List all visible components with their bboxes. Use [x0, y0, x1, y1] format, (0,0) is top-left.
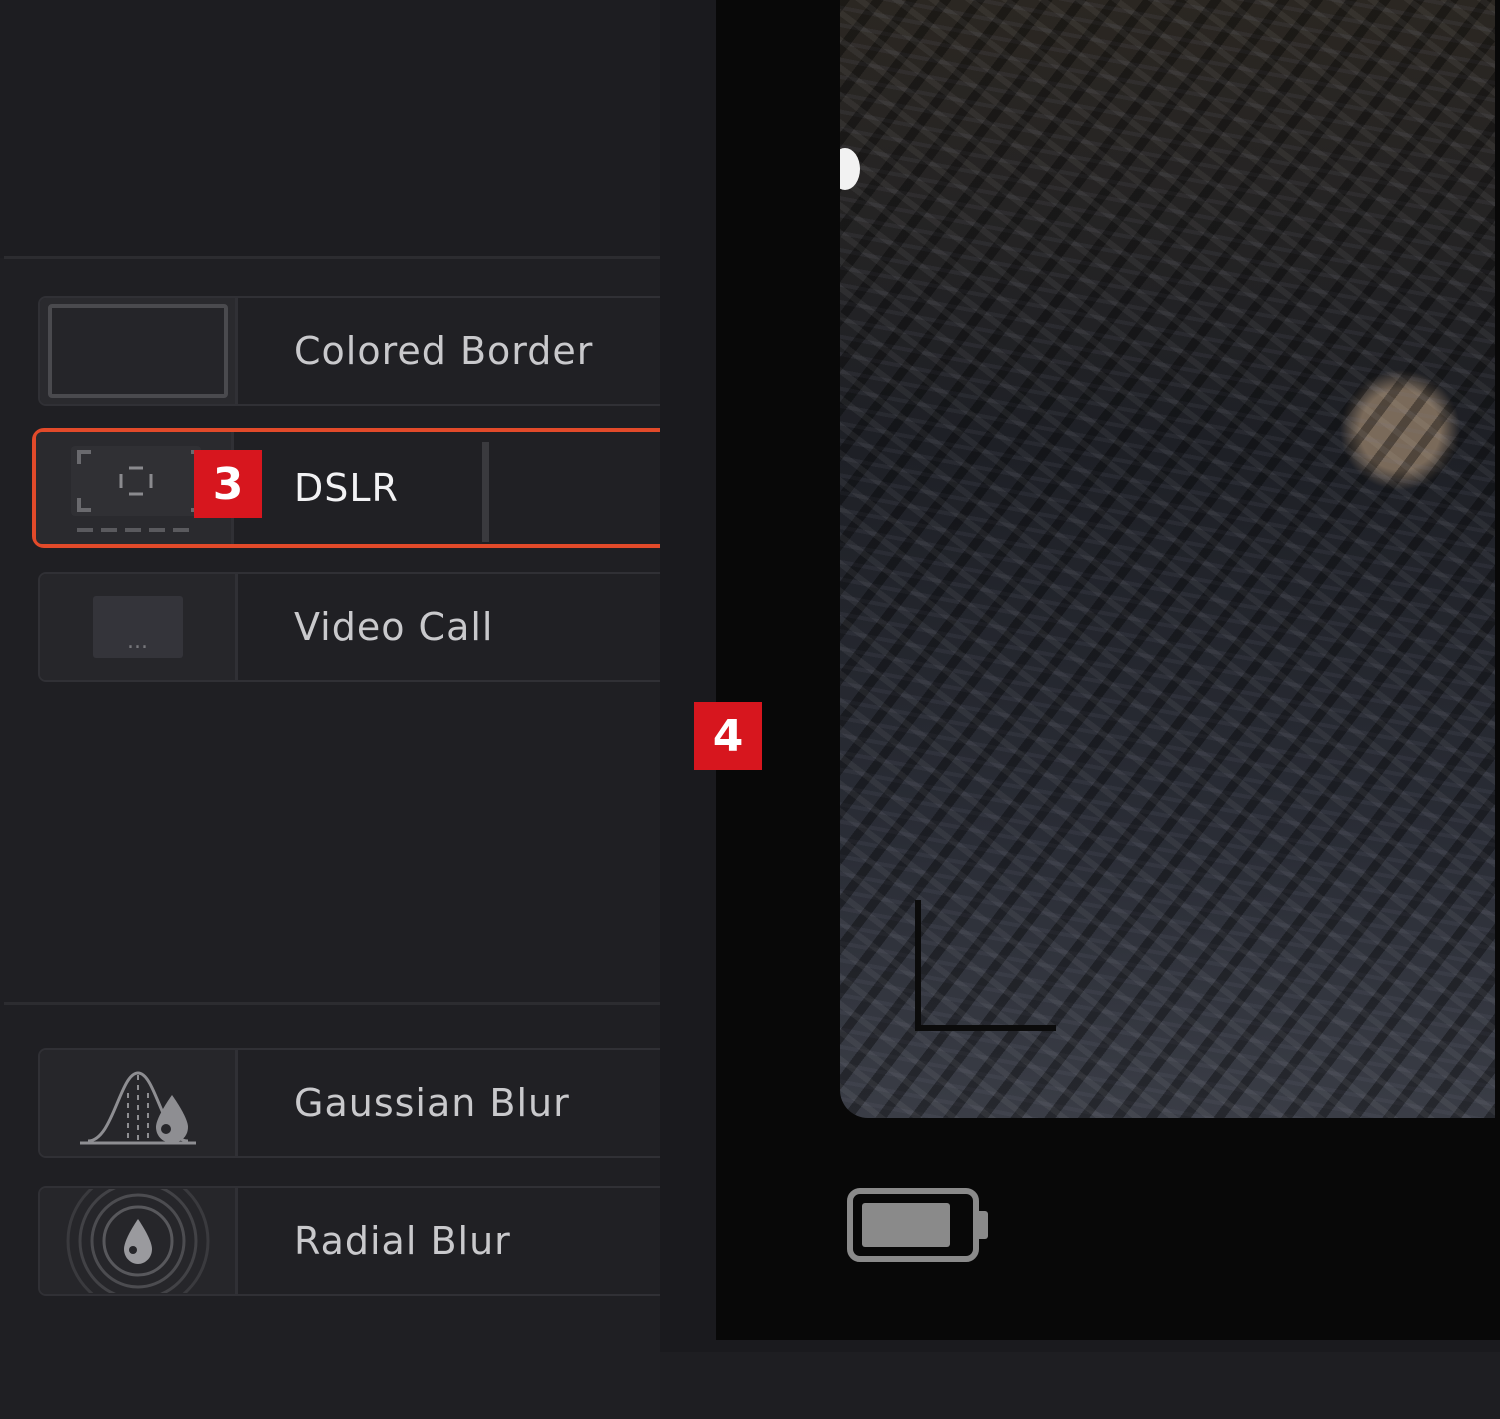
radial-blur-icon: [66, 1189, 209, 1293]
video-call-thumbnail: ...: [40, 574, 238, 680]
effect-radial-blur[interactable]: Radial Blur: [38, 1186, 678, 1296]
effect-colored-border[interactable]: Colored Border: [38, 296, 678, 406]
effect-label-radial-blur: Radial Blur: [294, 1219, 511, 1263]
panel-header-area: [0, 0, 660, 258]
effects-panel: Colored Border 3 DSLR ... Video Call Gau…: [0, 0, 678, 1419]
gaussian-blur-icon: [79, 1071, 196, 1145]
effect-dslr[interactable]: 3 DSLR: [32, 428, 672, 548]
preview-bottom-bar: [660, 1352, 1500, 1419]
dslr-separator: [482, 442, 489, 542]
effect-video-call[interactable]: ... Video Call: [38, 572, 678, 682]
battery-icon: [847, 1188, 988, 1262]
effect-label-colored-border: Colored Border: [294, 329, 594, 373]
gaussian-blur-thumbnail: [40, 1050, 238, 1156]
effect-label-video-call: Video Call: [294, 605, 494, 649]
colored-border-thumbnail: [40, 298, 238, 404]
effect-label-dslr: DSLR: [294, 466, 399, 510]
viewfinder-corner-icon: [915, 900, 1056, 1031]
divider-top: [4, 256, 660, 259]
callout-badge-4: 4: [694, 702, 762, 770]
callout-badge-3: 3: [194, 450, 262, 518]
divider-bottom: [4, 1002, 660, 1005]
dslr-frame-icon: [70, 446, 205, 532]
effect-label-gaussian-blur: Gaussian Blur: [294, 1081, 570, 1125]
effect-gaussian-blur[interactable]: Gaussian Blur: [38, 1048, 678, 1158]
border-frame-icon: [47, 304, 228, 398]
radial-blur-thumbnail: [40, 1188, 238, 1294]
preview-photo: [840, 0, 1495, 1118]
video-call-icon: ...: [92, 596, 183, 658]
